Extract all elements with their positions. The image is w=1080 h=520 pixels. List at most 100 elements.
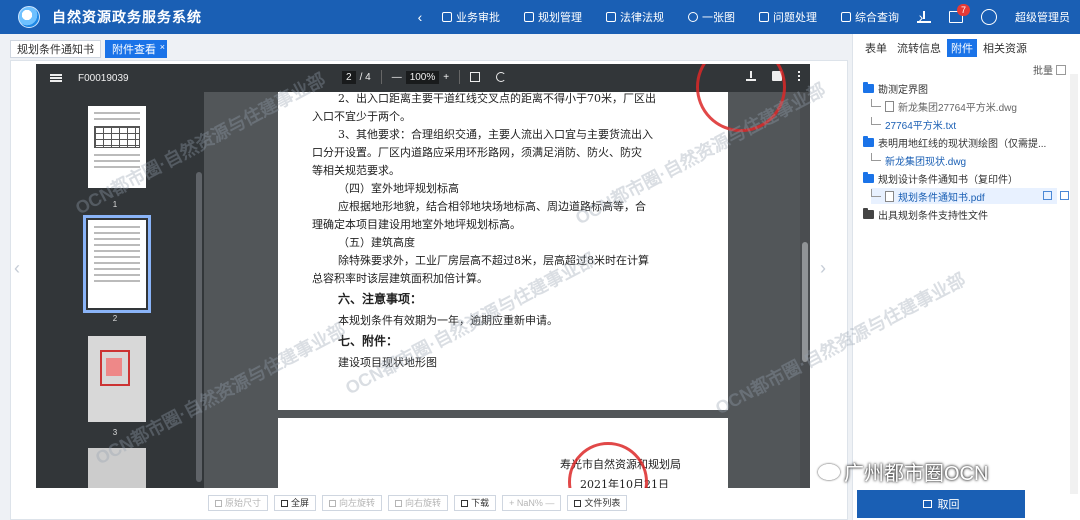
nav-item-map[interactable]: 一张图 (676, 0, 747, 34)
thumbnail-label: 1 (112, 200, 118, 209)
page-line: 入口不宜少于两个。 (312, 110, 411, 123)
thumbnail-scrollbar[interactable] (196, 172, 202, 482)
folder-icon (863, 135, 874, 147)
user-name[interactable]: 超级管理员 (1015, 9, 1070, 25)
file-list-button[interactable]: 文件列表 (567, 495, 628, 511)
main-nav: ‹ 业务审批 规划管理 法律法规 一张图 问题处理 综合查询 › (410, 0, 931, 34)
file-icon (885, 100, 894, 112)
thumbnail-page-1[interactable] (88, 106, 146, 188)
download-icon[interactable] (917, 11, 931, 23)
retrieve-button[interactable]: 取回 (857, 490, 1025, 518)
page-line: 除特殊要求外，工业厂房层高不超过8米，层高超过8米时在计算 (338, 254, 649, 267)
fullscreen-button[interactable]: 全屏 (274, 495, 317, 511)
rotate-left-button[interactable]: 向左旋转 (322, 495, 383, 511)
folder-icon (863, 171, 874, 183)
rotate-left-icon (329, 499, 337, 507)
viewer-toolbar: 原始尺寸 全屏 向左旋转 向右旋转 下载 + NaN% — 文件列表 (208, 495, 628, 511)
nav-prev-icon[interactable]: ‹ (410, 9, 430, 25)
message-icon[interactable]: 7 (949, 4, 970, 23)
issue-icon (759, 12, 769, 22)
file-download-icon[interactable] (1043, 191, 1052, 200)
tree-folder[interactable]: 出具规划条件支持性文件 (863, 206, 988, 222)
batch-icon (1056, 64, 1066, 75)
header-actions: 7 超级管理员 (917, 0, 1070, 34)
rotate-icon[interactable] (496, 72, 507, 82)
zoom-control[interactable]: + NaN% — (502, 495, 562, 511)
message-badge: 7 (956, 4, 970, 16)
rotate-right-icon (395, 499, 403, 507)
thumbnail-label: 2 (112, 314, 118, 323)
app-title: 自然资源政务服务系统 (52, 9, 202, 25)
red-seal (568, 442, 648, 488)
thumbnail-sidebar: 1 2 3 (36, 92, 204, 488)
file-edit-icon[interactable] (1060, 191, 1069, 200)
menu-icon[interactable] (50, 74, 62, 82)
page-line: 理确定本项目建设用地室外地坪规划标高。 (312, 218, 521, 231)
tab-form[interactable]: 表单 (861, 39, 891, 57)
next-file-icon[interactable]: › (820, 258, 826, 279)
tree-file[interactable]: 27764平方米.txt (871, 116, 956, 132)
brand-watermark: 广州都市圈OCN (818, 457, 988, 486)
pdf-scrollbar[interactable] (800, 92, 810, 488)
original-size-icon (215, 499, 222, 507)
section-heading: 六、注意事项： (338, 292, 423, 306)
globe-icon (688, 12, 698, 22)
page-line: （四）室外地坪规划标高 (338, 182, 459, 195)
thumbnail-page-3[interactable] (88, 336, 146, 422)
original-size-button[interactable]: 原始尺寸 (208, 495, 269, 511)
nav-item-laws[interactable]: 法律法规 (594, 0, 676, 34)
page-line: 2、出入口距离主要干道红线交叉点的距离不得小于70米，厂区出 (338, 92, 656, 105)
page-tabs: 规划条件通知书 附件查看 × (10, 40, 167, 58)
folder-icon (863, 81, 874, 93)
list-icon (574, 499, 582, 507)
tab-flow-info[interactable]: 流转信息 (893, 39, 945, 57)
zoom-out-icon[interactable]: — (392, 72, 402, 83)
tab-attachment-view[interactable]: 附件查看 × (105, 40, 167, 58)
download-icon (461, 499, 469, 507)
chart-icon (524, 12, 534, 22)
pdf-viewer: F00019039 2 / 4 — 100% + 1 2 3 2、出入口距离主要… (36, 64, 810, 488)
top-bar: 自然资源政务服务系统 ‹ 业务审批 规划管理 法律法规 一张图 问题处理 综合查… (0, 0, 1080, 34)
page-line: （五）建筑高度 (338, 236, 415, 249)
tree-file[interactable]: 新龙集团27764平方米.dwg (871, 98, 1017, 114)
tree-folder[interactable]: 表明用地红线的现状测绘图（仅需提... (863, 134, 1046, 150)
batch-toggle[interactable]: 批量 (1033, 62, 1066, 77)
thumbnail-page-2[interactable] (83, 215, 151, 313)
tree-folder[interactable]: 规划设计条件通知书（复印件） (863, 170, 1018, 186)
document-name: F00019039 (78, 72, 129, 84)
page-line: 总容积率时该层建筑面积加倍计算。 (312, 272, 488, 285)
page-line: 口分开设置。厂区内道路应采用环形路网，须满足消防、防火、防灾 (312, 146, 642, 159)
zoom-in-icon[interactable]: + (443, 72, 449, 83)
fit-page-icon[interactable] (470, 72, 481, 82)
right-panel-tabs: 表单 流转信息 附件 相关资源 (861, 39, 1031, 57)
download-button[interactable]: 下载 (454, 495, 497, 511)
nav-item-planning[interactable]: 规划管理 (512, 0, 594, 34)
page-total: / 4 (359, 71, 371, 83)
right-panel-scrollbar[interactable] (1070, 74, 1078, 494)
page-input[interactable]: 2 (342, 70, 356, 84)
pdf-toolbar: F00019039 2 / 4 — 100% + (36, 64, 810, 92)
page-line: 本规划条件有效期为一年，逾期应重新申请。 (338, 314, 558, 327)
fullscreen-icon (281, 499, 289, 507)
tab-close-icon[interactable]: × (160, 38, 165, 56)
wechat-icon (818, 463, 840, 480)
tab-planning-notice[interactable]: 规划条件通知书 (10, 40, 101, 58)
tab-attachments[interactable]: 附件 (947, 39, 977, 57)
thumbnail-page-4[interactable] (88, 448, 146, 488)
nav-item-issues[interactable]: 问题处理 (747, 0, 829, 34)
tree-file-selected[interactable]: 规划条件通知书.pdf (871, 188, 1069, 204)
nav-item-approval[interactable]: 业务审批 (430, 0, 512, 34)
retrieve-icon (922, 500, 932, 508)
user-icon[interactable] (981, 9, 997, 25)
rotate-right-button[interactable]: 向右旋转 (388, 495, 449, 511)
page-line: 应根据地形地貌，结合相邻地块场地标高、周边道路标高等，合 (338, 200, 646, 213)
prev-file-icon[interactable]: ‹ (14, 258, 20, 279)
tab-related-resources[interactable]: 相关资源 (979, 39, 1031, 57)
more-icon[interactable] (798, 71, 800, 81)
tree-folder[interactable]: 勘测定界图 (863, 80, 928, 96)
zoom-input[interactable]: 100% (405, 70, 440, 84)
tree-file[interactable]: 新龙集团现状.dwg (871, 152, 966, 168)
pdf-page-2: 2、出入口距离主要干道红线交叉点的距离不得小于70米，厂区出 入口不宜少于两个。… (278, 64, 786, 410)
nav-item-query[interactable]: 综合查询 (829, 0, 911, 34)
right-panel: 表单 流转信息 附件 相关资源 批量 勘测定界图 新龙集团27764平方米.dw… (852, 34, 1080, 520)
